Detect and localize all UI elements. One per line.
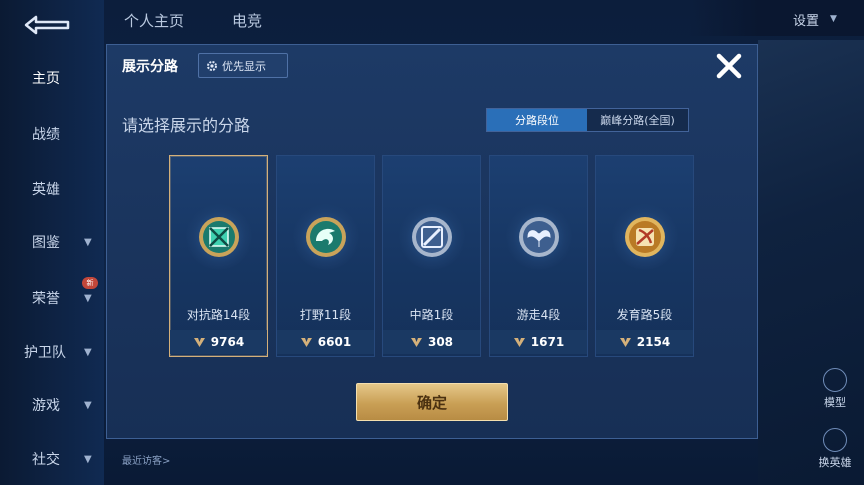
chevron-down-icon: ▼ <box>830 14 837 24</box>
model-icon <box>823 368 847 392</box>
gear-icon <box>207 60 217 71</box>
staff-icon <box>412 217 452 257</box>
tab-lane-rank[interactable]: 分路段位 <box>487 109 587 131</box>
dialog-title: 展示分路 <box>122 59 178 75</box>
new-badge: 新 <box>82 277 98 289</box>
priority-display-button[interactable]: 优先显示 <box>198 53 288 78</box>
score-bar: 6601 <box>277 330 374 354</box>
sidebar-item-label: 护卫队 <box>24 345 66 361</box>
lane-score: 9764 <box>210 335 245 349</box>
lane-score: 1671 <box>530 335 565 349</box>
score-bar: 9764 <box>170 330 267 354</box>
score-bar: 308 <box>383 330 480 354</box>
topbar-right <box>689 0 864 36</box>
lane-mode-toggle: 分路段位 巅峰分路(全国) <box>486 108 689 132</box>
priority-display-label: 优先显示 <box>222 59 266 73</box>
chevron-down-icon: ▼ <box>84 236 92 248</box>
score-bar: 2154 <box>596 330 693 354</box>
sidebar-item-home[interactable]: 主页 <box>0 63 104 93</box>
lane-rank: 中路1段 <box>409 308 454 322</box>
change-hero-button[interactable]: 换英雄 <box>810 428 860 470</box>
hero-icon <box>823 428 847 452</box>
hero-background-art <box>758 40 864 485</box>
lane-score: 6601 <box>317 335 352 349</box>
sidebar-item-heroes[interactable]: 英雄 <box>0 174 104 204</box>
sidebar-item-honor[interactable]: 荣誉 新 ▼ <box>0 277 104 313</box>
lane-rank: 发育路5段 <box>616 308 673 322</box>
sidebar-item-label: 荣誉 <box>32 291 60 307</box>
lane-rank: 打野11段 <box>299 308 352 322</box>
sidebar-item-games[interactable]: 游戏 ▼ <box>0 390 104 420</box>
chevron-down-icon: ▼ <box>84 292 92 304</box>
sidebar-item-social[interactable]: 社交 ▼ <box>0 444 104 474</box>
recent-visitors-link[interactable]: 最近访客> <box>122 452 170 467</box>
score-bar: 1671 <box>490 330 587 354</box>
sidebar-item-label: 图鉴 <box>32 235 60 251</box>
bow-icon <box>625 217 665 257</box>
points-icon <box>513 337 525 347</box>
lane-card-support[interactable]: 游走4段 1671 <box>489 155 588 357</box>
sidebar-item-guard[interactable]: 护卫队 ▼ <box>0 337 104 367</box>
tab-esports[interactable]: 电竞 <box>232 10 262 31</box>
sidebar: 主页 战绩 英雄 图鉴 ▼ 荣誉 新 ▼ 护卫队 ▼ 游戏 ▼ 社交 ▼ <box>0 0 104 485</box>
select-lane-prompt: 请选择展示的分路 <box>122 116 251 135</box>
lane-score: 308 <box>427 335 454 349</box>
points-icon <box>193 337 205 347</box>
model-label: 模型 <box>824 396 846 409</box>
settings-button[interactable]: 设置 <box>793 10 819 29</box>
confirm-button[interactable]: 确定 <box>356 383 508 421</box>
tab-profile[interactable]: 个人主页 <box>124 10 184 31</box>
lane-score: 2154 <box>636 335 671 349</box>
change-hero-label: 换英雄 <box>818 456 852 469</box>
lane-card-top[interactable]: 对抗路14段 9764 <box>169 155 268 357</box>
points-icon <box>410 337 422 347</box>
sidebar-item-label: 战绩 <box>32 127 60 143</box>
back-icon[interactable] <box>22 14 72 36</box>
sidebar-item-label: 主页 <box>32 71 60 87</box>
lane-rank: 对抗路14段 <box>186 308 251 322</box>
chevron-down-icon: ▼ <box>84 399 92 411</box>
dragon-icon <box>306 217 346 257</box>
points-icon <box>619 337 631 347</box>
sidebar-item-label: 社交 <box>32 452 60 468</box>
tab-peak-lane[interactable]: 巅峰分路(全国) <box>587 109 688 131</box>
chevron-down-icon: ▼ <box>84 346 92 358</box>
sidebar-item-label: 游戏 <box>32 398 60 414</box>
sword-cross-icon <box>199 217 239 257</box>
model-button[interactable]: 模型 <box>810 368 860 410</box>
lane-rank: 游走4段 <box>516 308 561 322</box>
lane-card-mid[interactable]: 中路1段 308 <box>382 155 481 357</box>
chevron-down-icon: ▼ <box>84 453 92 465</box>
sidebar-item-codex[interactable]: 图鉴 ▼ <box>0 227 104 257</box>
lane-card-bottom[interactable]: 发育路5段 2154 <box>595 155 694 357</box>
wings-icon <box>519 217 559 257</box>
points-icon <box>300 337 312 347</box>
close-icon[interactable] <box>711 48 747 84</box>
sidebar-item-record[interactable]: 战绩 <box>0 119 104 149</box>
sidebar-item-label: 英雄 <box>32 182 60 198</box>
lane-card-jungle[interactable]: 打野11段 6601 <box>276 155 375 357</box>
